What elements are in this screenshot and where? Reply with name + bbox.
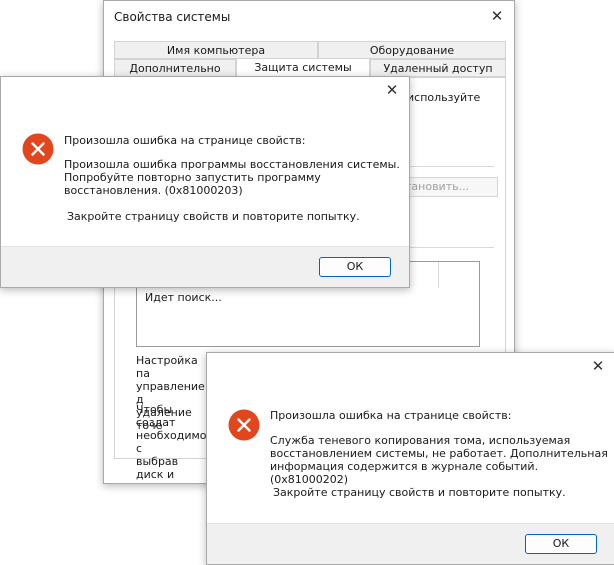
divider	[404, 166, 494, 167]
ok-button[interactable]: ОК	[525, 534, 597, 554]
error-dialog-1: ✕ Произошла ошибка на странице свойств: …	[0, 76, 410, 288]
tab-advanced[interactable]: Дополнительно	[114, 59, 236, 77]
list-header-divider	[438, 262, 439, 288]
close-hint: Закройте страницу свойств и повторите по…	[273, 486, 566, 499]
ok-button[interactable]: ОК	[319, 257, 391, 277]
title-bar: ✕	[1, 77, 409, 107]
partial-use-text: используйте	[407, 91, 481, 104]
searching-text: Идет поиск...	[145, 291, 222, 304]
dialog-footer: ОК	[207, 523, 614, 564]
dialog-footer: ОК	[1, 246, 409, 287]
close-hint: Закройте страницу свойств и повторите по…	[67, 210, 360, 223]
tab-remote[interactable]: Удаленный доступ	[370, 59, 506, 77]
tab-hardware[interactable]: Оборудование	[318, 41, 506, 59]
error-body: Произошла ошибка программы восстановлени…	[64, 158, 400, 197]
title-bar: ✕	[207, 353, 614, 383]
close-icon[interactable]: ✕	[383, 81, 401, 99]
error-heading: Произошла ошибка на странице свойств:	[270, 409, 512, 422]
create-description: Чтобы создат необходимо с выбрав диск и	[136, 403, 206, 481]
error-body: Служба теневого копирования тома, исполь…	[270, 434, 608, 486]
tab-system-protection[interactable]: Защита системы	[236, 58, 370, 78]
error-dialog-2: ✕ Произошла ошибка на странице свойств: …	[206, 352, 614, 565]
divider	[404, 247, 494, 248]
close-icon[interactable]: ✕	[589, 357, 607, 375]
configure-button[interactable]: тановить...	[398, 177, 498, 197]
error-icon	[228, 409, 260, 441]
close-icon[interactable]: ✕	[488, 7, 506, 25]
window-title: Свойства системы	[114, 10, 231, 24]
tab-computer-name[interactable]: Имя компьютера	[114, 41, 318, 59]
error-icon	[22, 133, 54, 165]
title-bar: Свойства системы ✕	[104, 1, 514, 31]
error-heading: Произошла ошибка на странице свойств:	[64, 134, 306, 147]
